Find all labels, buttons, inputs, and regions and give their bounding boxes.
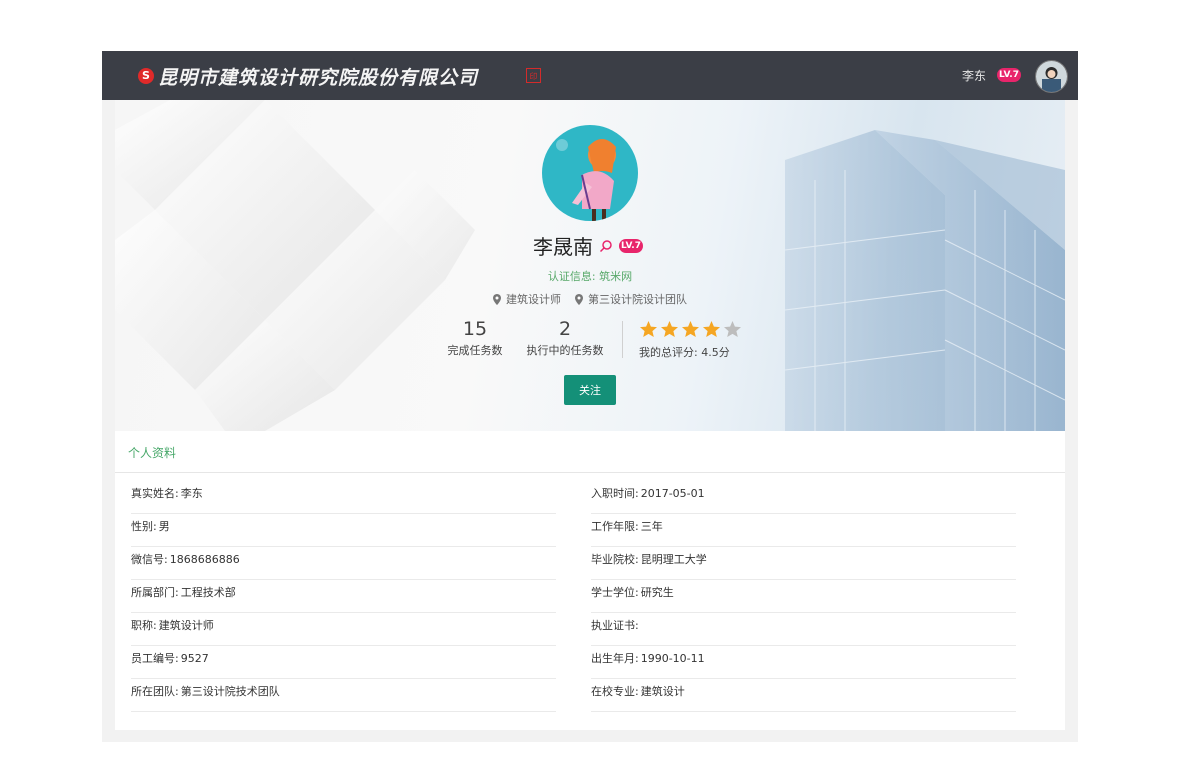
detail-label: 学士学位: <box>591 586 639 599</box>
stat-completed-value: 15 <box>462 318 488 340</box>
stat-completed: 15 完成任务数 <box>445 318 505 358</box>
location-pin-icon <box>575 293 583 305</box>
detail-value: 1868686886 <box>169 553 240 566</box>
detail-value: 建筑设计师 <box>158 619 214 632</box>
detail-value: 9527 <box>180 652 209 665</box>
detail-value: 男 <box>158 520 170 533</box>
star-empty-icon <box>724 321 741 337</box>
stat-in-progress: 2 执行中的任务数 <box>520 318 610 358</box>
rating-value: 4.5分 <box>701 346 730 359</box>
detail-label: 执业证书: <box>591 619 639 632</box>
follow-button[interactable]: 关注 <box>564 375 616 405</box>
profile-tags: 建筑设计师 第三设计院设计团队 <box>493 291 687 307</box>
detail-row: 学士学位: 研究生 <box>591 580 1016 613</box>
star-filled-icon <box>661 321 678 337</box>
detail-value: 工程技术部 <box>180 586 236 599</box>
detail-value: 2017-05-01 <box>640 487 705 500</box>
detail-row: 真实姓名: 李东 <box>131 481 556 514</box>
cert-label: 认证信息: <box>547 270 596 283</box>
certification-info: 认证信息: 筑米网 <box>115 268 1065 284</box>
detail-value: 第三设计院技术团队 <box>180 685 280 698</box>
profile-avatar[interactable] <box>542 125 638 221</box>
header-user-name[interactable]: 李东 <box>962 67 986 84</box>
detail-row: 入职时间: 2017-05-01 <box>591 481 1016 514</box>
tag-team-label: 第三设计院设计团队 <box>588 293 687 306</box>
profile-level-badge: LV.7 <box>619 238 643 253</box>
app-frame: S 昆明市建筑设计研究院股份有限公司 印 李东 LV.7 李晟南 LV.7 认证… <box>102 51 1078 742</box>
tag-team: 第三设计院设计团队 <box>575 291 687 307</box>
detail-row: 员工编号: 9527 <box>131 646 556 679</box>
detail-label: 微信号: <box>131 553 168 566</box>
detail-row: 职称: 建筑设计师 <box>131 613 556 646</box>
section-title: 个人资料 <box>128 446 177 460</box>
detail-value: 建筑设计 <box>640 685 685 698</box>
location-pin-icon <box>493 293 501 305</box>
header-avatar[interactable] <box>1035 60 1068 93</box>
detail-row: 工作年限: 三年 <box>591 514 1016 547</box>
detail-value: 1990-10-11 <box>640 652 705 665</box>
star-filled-icon <box>703 321 720 337</box>
detail-value: 昆明理工大学 <box>640 553 707 566</box>
detail-row: 毕业院校: 昆明理工大学 <box>591 547 1016 580</box>
detail-label: 毕业院校: <box>591 553 639 566</box>
star-filled-icon <box>682 321 699 337</box>
stat-in-progress-value: 2 <box>558 318 572 340</box>
header-level-badge: LV.7 <box>997 68 1021 82</box>
detail-label: 出生年月: <box>591 652 639 665</box>
detail-value: 李东 <box>180 487 203 500</box>
detail-row: 所在团队: 第三设计院技术团队 <box>131 679 556 712</box>
tag-title-label: 建筑设计师 <box>506 293 561 306</box>
detail-value: 研究生 <box>640 586 674 599</box>
section-header: 个人资料 <box>115 431 1065 473</box>
detail-label: 职称: <box>131 619 157 632</box>
detail-row: 出生年月: 1990-10-11 <box>591 646 1016 679</box>
cert-value[interactable]: 筑米网 <box>599 270 632 283</box>
profile-hero: 李晟南 LV.7 认证信息: 筑米网 建筑设计师 第三设计院设计团队 15 完成… <box>115 100 1065 431</box>
detail-row: 微信号: 1868686886 <box>131 547 556 580</box>
rating-label: 我的总评分: <box>639 346 698 359</box>
detail-label: 所属部门: <box>131 586 179 599</box>
company-name: 昆明市建筑设计研究院股份有限公司 <box>158 67 479 89</box>
detail-label: 入职时间: <box>591 487 639 500</box>
tag-title: 建筑设计师 <box>493 291 561 307</box>
detail-row: 执业证书: <box>591 613 1016 646</box>
brand-logo-icon[interactable]: S <box>138 68 154 84</box>
detail-row: 所属部门: 工程技术部 <box>131 580 556 613</box>
detail-row: 在校专业: 建筑设计 <box>591 679 1016 712</box>
seal-icon: 印 <box>526 68 541 83</box>
detail-label: 性别: <box>131 520 157 533</box>
profile-name-row: 李晟南 LV.7 <box>533 231 643 260</box>
detail-label: 工作年限: <box>591 520 639 533</box>
profile-name: 李晟南 <box>533 235 593 259</box>
detail-row: 性别: 男 <box>131 514 556 547</box>
rating-stars <box>639 320 742 339</box>
search-icon[interactable] <box>599 239 613 253</box>
detail-label: 员工编号: <box>131 652 179 665</box>
star-filled-icon <box>640 321 657 337</box>
detail-label: 在校专业: <box>591 685 639 698</box>
detail-label: 真实姓名: <box>131 487 179 500</box>
top-bar: S 昆明市建筑设计研究院股份有限公司 印 李东 LV.7 <box>102 51 1078 100</box>
stat-in-progress-label: 执行中的任务数 <box>526 344 604 357</box>
stats-divider <box>622 321 623 358</box>
rating-score: 我的总评分: 4.5分 <box>639 344 730 360</box>
detail-label: 所在团队: <box>131 685 179 698</box>
detail-value: 三年 <box>640 520 663 533</box>
profile-panel: 李晟南 LV.7 认证信息: 筑米网 建筑设计师 第三设计院设计团队 15 完成… <box>115 100 1065 730</box>
stat-completed-label: 完成任务数 <box>447 344 503 357</box>
